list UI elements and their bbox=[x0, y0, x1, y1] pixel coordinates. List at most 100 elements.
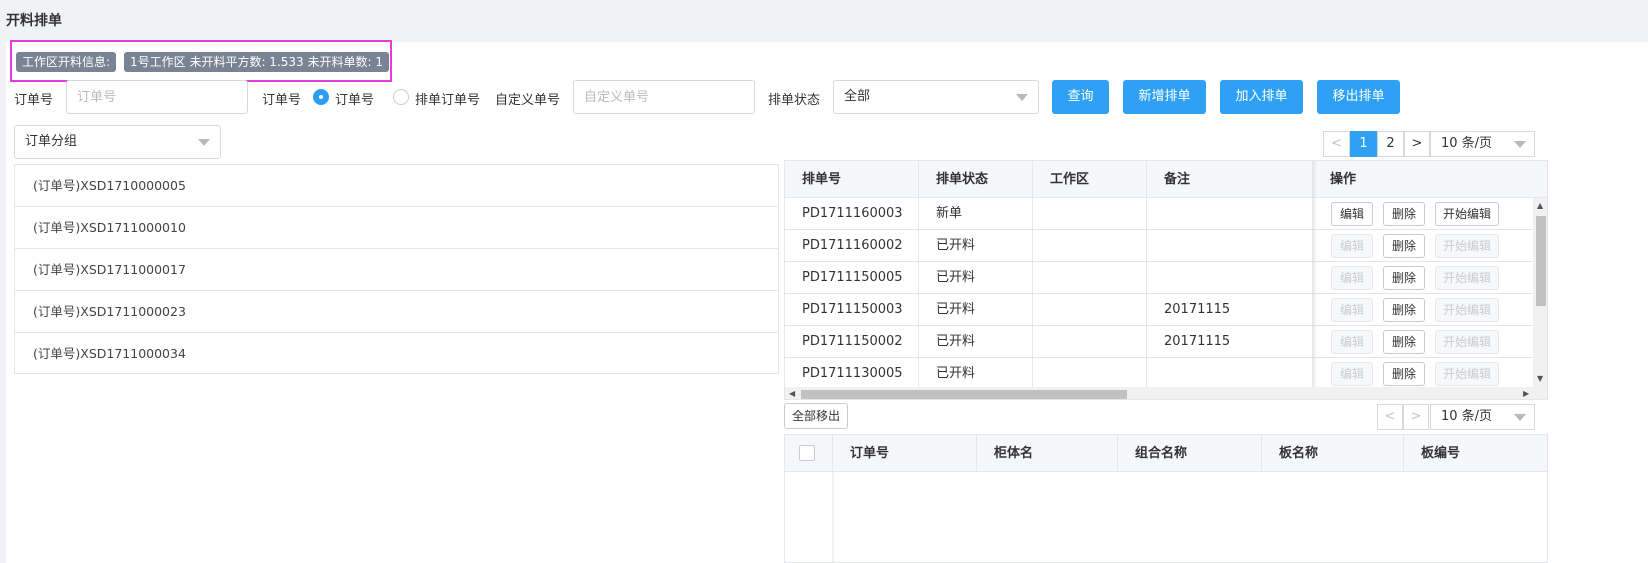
cell-schedule-no: PD1711150003 bbox=[785, 294, 919, 326]
pager-page-2[interactable]: 2 bbox=[1377, 131, 1404, 157]
order-no-input[interactable] bbox=[66, 80, 248, 114]
list-item[interactable]: (订单号)XSD1710000005 bbox=[15, 165, 778, 207]
radio-schedule-order-no[interactable] bbox=[393, 89, 409, 105]
list-item[interactable]: (订单号)XSD1711000023 bbox=[15, 291, 778, 333]
cell-note bbox=[1147, 198, 1313, 230]
start-edit-button[interactable]: 开始编辑 bbox=[1435, 330, 1499, 354]
status-select-value: 全部 bbox=[844, 89, 871, 104]
pager-page-1[interactable]: 1 bbox=[1350, 131, 1377, 157]
col-operations: 操作 bbox=[1330, 172, 1357, 187]
edit-button[interactable]: 编辑 bbox=[1331, 298, 1373, 322]
cell-status: 已开料 bbox=[919, 326, 1033, 358]
edit-button[interactable]: 编辑 bbox=[1331, 202, 1373, 226]
pager-size-select[interactable]: 10 条/页 bbox=[1430, 404, 1535, 430]
col-schedule-status: 排单状态 bbox=[919, 161, 1033, 198]
col-workarea: 工作区 bbox=[1033, 161, 1147, 198]
table-row[interactable]: PD1711150002 已开料 20171115 编辑 删除 开始编辑 bbox=[785, 326, 1533, 358]
remove-from-schedule-button[interactable]: 移出排单 bbox=[1317, 80, 1400, 114]
pager-next-button[interactable]: > bbox=[1404, 131, 1430, 157]
scroll-up-icon[interactable]: ▲ bbox=[1537, 201, 1543, 210]
add-to-schedule-button[interactable]: 加入排单 bbox=[1220, 80, 1303, 114]
fixed-column-shadow bbox=[1313, 161, 1317, 387]
table-row[interactable]: PD1711130005 已开料 编辑 删除 开始编辑 bbox=[785, 358, 1533, 390]
remove-all-button[interactable]: 全部移出 bbox=[784, 403, 848, 429]
scroll-left-icon[interactable]: ◀ bbox=[789, 389, 795, 398]
edit-button[interactable]: 编辑 bbox=[1331, 266, 1373, 290]
delete-button[interactable]: 删除 bbox=[1383, 362, 1425, 386]
chevron-down-icon bbox=[1016, 94, 1028, 101]
chevron-down-icon bbox=[1514, 414, 1526, 421]
col-order-no: 订单号 bbox=[833, 435, 977, 472]
workarea-info-value: 1号工作区 未开料平方数: 1.533 未开料单数: 1 bbox=[124, 52, 389, 72]
status-select[interactable]: 全部 bbox=[833, 80, 1039, 114]
chevron-down-icon bbox=[198, 139, 210, 146]
cell-status: 已开料 bbox=[919, 230, 1033, 262]
cell-schedule-no: PD1711130005 bbox=[785, 358, 919, 390]
col-select-all bbox=[785, 435, 833, 472]
delete-button[interactable]: 删除 bbox=[1383, 330, 1425, 354]
chevron-down-icon bbox=[1514, 141, 1526, 148]
cell-note bbox=[1147, 358, 1313, 390]
edit-button[interactable]: 编辑 bbox=[1331, 330, 1373, 354]
pager-size-select[interactable]: 10 条/页 bbox=[1430, 131, 1535, 157]
col-note: 备注 bbox=[1147, 161, 1313, 198]
radio-order-no-label[interactable]: 订单号 bbox=[335, 89, 374, 108]
scroll-right-icon[interactable]: ▶ bbox=[1523, 389, 1529, 398]
delete-button[interactable]: 删除 bbox=[1383, 202, 1425, 226]
pager-next-button[interactable]: > bbox=[1403, 404, 1429, 430]
page-title: 开料排单 bbox=[6, 13, 62, 29]
edit-button[interactable]: 编辑 bbox=[1331, 362, 1373, 386]
delete-button[interactable]: 删除 bbox=[1383, 234, 1425, 258]
order-group-select[interactable]: 订单分组 bbox=[14, 125, 221, 159]
cell-workarea bbox=[1033, 358, 1147, 390]
query-button[interactable]: 查询 bbox=[1052, 80, 1109, 114]
delete-button[interactable]: 删除 bbox=[1383, 266, 1425, 290]
select-all-checkbox[interactable] bbox=[799, 445, 815, 461]
cell-note bbox=[1147, 262, 1313, 294]
table-row[interactable]: PD1711160003 新单 编辑 删除 开始编辑 bbox=[785, 198, 1533, 230]
cell-schedule-no: PD1711150002 bbox=[785, 326, 919, 358]
start-edit-button[interactable]: 开始编辑 bbox=[1435, 234, 1499, 258]
detail-table: 订单号 柜体名 组合名称 板名称 板编号 bbox=[784, 434, 1548, 563]
pager-prev-button[interactable]: < bbox=[1323, 131, 1350, 157]
start-edit-button[interactable]: 开始编辑 bbox=[1435, 362, 1499, 386]
table-row[interactable]: PD1711160002 已开料 编辑 删除 开始编辑 bbox=[785, 230, 1533, 262]
list-item[interactable]: (订单号)XSD1711000017 bbox=[15, 249, 778, 291]
table-row[interactable]: PD1711150005 已开料 编辑 删除 开始编辑 bbox=[785, 262, 1533, 294]
radio-group-label: 订单号 bbox=[262, 93, 302, 108]
horizontal-scroll-thumb[interactable] bbox=[801, 390, 1127, 399]
cell-workarea bbox=[1033, 230, 1147, 262]
radio-order-no[interactable] bbox=[313, 89, 329, 105]
status-label: 排单状态 bbox=[768, 93, 821, 108]
col-board-name: 板名称 bbox=[1262, 435, 1404, 472]
workarea-info-label: 工作区开料信息: bbox=[16, 52, 117, 72]
vertical-scrollbar[interactable]: ▲ ▼ bbox=[1533, 198, 1547, 387]
horizontal-scrollbar[interactable]: ◀ ▶ bbox=[785, 387, 1547, 399]
cell-workarea bbox=[1033, 326, 1147, 358]
order-no-label: 订单号 bbox=[14, 93, 54, 108]
custom-no-input[interactable] bbox=[573, 80, 755, 114]
col-combo-name: 组合名称 bbox=[1118, 435, 1262, 472]
cell-workarea bbox=[1033, 262, 1147, 294]
vertical-scroll-thumb[interactable] bbox=[1536, 216, 1546, 306]
delete-button[interactable]: 删除 bbox=[1383, 298, 1425, 322]
detail-table-header: 订单号 柜体名 组合名称 板名称 板编号 bbox=[785, 435, 1547, 472]
schedule-table-header: 排单号 排单状态 工作区 备注 操作 bbox=[785, 161, 1547, 198]
scroll-down-icon[interactable]: ▼ bbox=[1537, 374, 1543, 383]
table-row[interactable]: PD1711150003 已开料 20171115 编辑 删除 开始编辑 bbox=[785, 294, 1533, 326]
cell-schedule-no: PD1711160003 bbox=[785, 198, 919, 230]
edit-button[interactable]: 编辑 bbox=[1331, 234, 1373, 258]
cell-schedule-no: PD1711160002 bbox=[785, 230, 919, 262]
start-edit-button[interactable]: 开始编辑 bbox=[1435, 202, 1499, 226]
workarea-info-box: 工作区开料信息: 1号工作区 未开料平方数: 1.533 未开料单数: 1 bbox=[10, 40, 392, 82]
cell-status: 已开料 bbox=[919, 294, 1033, 326]
cell-status: 已开料 bbox=[919, 262, 1033, 294]
start-edit-button[interactable]: 开始编辑 bbox=[1435, 298, 1499, 322]
list-item[interactable]: (订单号)XSD1711000010 bbox=[15, 207, 778, 249]
radio-schedule-order-no-label[interactable]: 排单订单号 bbox=[415, 89, 480, 108]
list-item[interactable]: (订单号)XSD1711000034 bbox=[15, 333, 778, 375]
new-schedule-button[interactable]: 新增排单 bbox=[1123, 80, 1206, 114]
start-edit-button[interactable]: 开始编辑 bbox=[1435, 266, 1499, 290]
order-list: (订单号)XSD1710000005 (订单号)XSD1711000010 (订… bbox=[14, 164, 779, 374]
pager-prev-button[interactable]: < bbox=[1377, 404, 1403, 430]
